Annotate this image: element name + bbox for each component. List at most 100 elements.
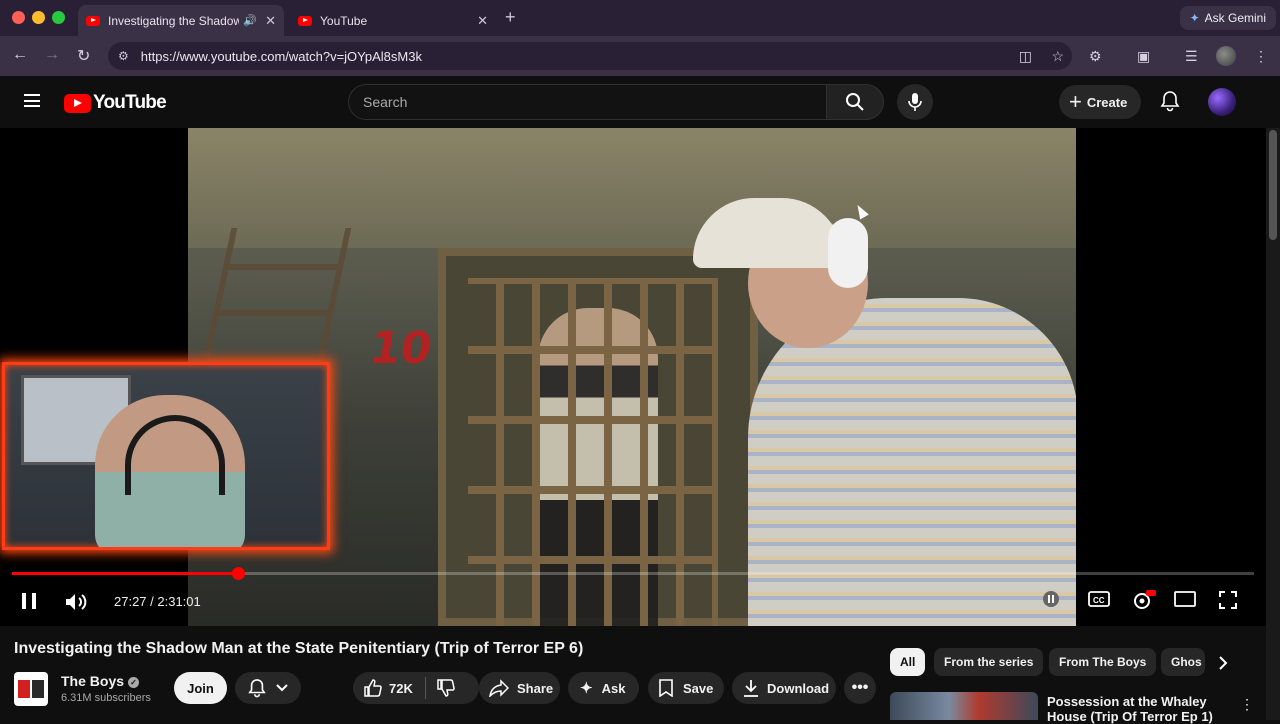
close-window-button[interactable] [12,11,25,24]
save-label: Save [683,680,714,696]
theater-mode-icon[interactable] [1174,590,1196,608]
scene-person-foreground [748,298,1076,626]
save-button[interactable]: Save [648,672,724,704]
dislike-thumbs-down-icon[interactable] [436,678,456,698]
ask-label: Ask [601,680,626,696]
channel-avatar[interactable] [14,672,48,706]
browser-profile-avatar[interactable] [1216,46,1236,66]
create-button[interactable]: + Create [1059,85,1142,119]
pause-icon[interactable] [22,593,36,609]
gemini-sparkle-icon: ✦ [1189,11,1200,25]
progress-scrubber-handle[interactable] [232,567,246,580]
tab-youtube[interactable]: YouTube ✕ [290,5,496,36]
install-app-icon[interactable]: ◫ [1019,48,1032,65]
settings-gear-icon[interactable] [1132,590,1156,610]
progress-played [12,572,239,575]
reload-icon[interactable]: ↻ [77,46,90,66]
like-divider [424,677,426,699]
scrollbar-thumb[interactable] [1269,130,1277,240]
url-text: https://www.youtube.com/watch?v=jOYpAl8s… [140,48,422,64]
ask-button[interactable]: ✦ Ask [568,672,639,704]
like-count[interactable]: 72K [389,681,413,696]
svg-text:CC: CC [1093,596,1105,605]
youtube-favicon-icon [298,15,312,26]
back-arrow-icon[interactable]: ← [12,46,28,64]
chip-all[interactable]: All [890,648,926,676]
join-button[interactable]: Join [174,672,227,704]
channel-name[interactable]: The Boys ✓ [61,673,140,689]
share-button[interactable]: Share [479,672,560,704]
chip-ghost[interactable]: Ghos [1161,648,1205,676]
browser-toolbar: ← → ↻ ⚙ https://www.youtube.com/watch?v=… [0,36,1280,76]
voice-search-button[interactable] [897,84,933,120]
microphone-icon [908,93,922,111]
minimize-window-button[interactable] [32,11,45,24]
scene-headphones [828,218,868,288]
progress-bar[interactable] [12,567,1254,580]
ask-gemini-label: Ask Gemini [1204,11,1266,25]
media-controls-icon[interactable]: ☰ [1185,48,1198,65]
chevron-right-icon[interactable] [1218,655,1228,671]
door-number-text: 10 [366,323,435,374]
video-player[interactable]: 10 27:27 / 2:31:01 CC [0,128,1266,626]
like-dislike-group: 72K [353,672,479,704]
search-icon [846,93,864,111]
volume-icon[interactable] [64,591,88,613]
save-bookmark-icon [659,679,673,697]
create-label: Create [1086,94,1128,110]
video-title: Investigating the Shadow Man at the Stat… [14,640,584,657]
search-input[interactable]: Search [348,84,827,120]
autoplay-toggle-icon[interactable] [1042,590,1060,608]
tab-title: YouTube [320,13,368,28]
youtube-header: YouTube Search + Create [0,76,1280,128]
ask-sparkle-icon: ✦ [580,680,593,697]
download-label: Download [767,680,830,696]
download-button[interactable]: Download [732,672,836,704]
new-tab-button[interactable]: + [505,7,516,28]
download-icon [744,680,758,697]
audio-playing-icon[interactable]: 🔊 [243,14,257,27]
subscriber-count: 6.31M subscribers [61,692,151,704]
youtube-logo[interactable]: YouTube [64,92,167,114]
fullscreen-icon[interactable] [1218,590,1238,610]
plus-icon: + [1069,89,1082,114]
channel-name-text: The Boys [61,673,125,689]
youtube-favicon-icon [86,15,100,26]
chip-from-the-series[interactable]: From the series [934,648,1044,676]
tab-close-icon[interactable]: ✕ [477,13,488,29]
more-actions-button[interactable]: ••• [844,672,876,704]
extensions-icon[interactable]: ⚙ [1089,48,1102,65]
more-horizontal-icon: ••• [851,679,869,696]
page-scrollbar[interactable] [1266,128,1280,720]
account-avatar[interactable] [1208,88,1236,116]
subtitles-cc-icon[interactable]: CC [1088,590,1110,608]
bookmark-star-icon[interactable]: ☆ [1051,48,1064,65]
chip-from-the-boys[interactable]: From The Boys [1049,648,1157,676]
chevron-down-icon [276,684,288,692]
notifications-bell-icon[interactable] [1160,90,1180,112]
tab-active-video[interactable]: Investigating the Shadow 🔊 ✕ [78,5,284,36]
ask-gemini-button[interactable]: ✦ Ask Gemini [1179,6,1276,30]
maximize-window-button[interactable] [52,11,65,24]
tab-title: Investigating the Shadow [108,13,240,28]
youtube-logo-text: YouTube [93,92,167,113]
streamer-webcam-overlay [2,362,330,550]
forward-arrow-icon[interactable]: → [44,46,60,64]
search-button[interactable] [826,84,884,120]
share-label: Share [517,680,554,696]
share-arrow-icon [489,679,509,697]
site-info-icon[interactable]: ⚙ [118,49,129,63]
subscription-notification-button[interactable] [235,672,301,704]
address-bar[interactable]: ⚙ https://www.youtube.com/watch?v=jOYpAl… [108,42,1072,70]
like-thumbs-up-icon[interactable] [363,678,383,698]
menu-hamburger-icon[interactable] [24,94,40,107]
time-display: 27:27 / 2:31:01 [114,594,201,609]
browser-menu-icon[interactable]: ⋮ [1254,48,1268,65]
bell-icon [248,679,266,698]
tab-search-icon[interactable]: ▣ [1137,48,1150,65]
verified-check-icon: ✓ [128,677,140,688]
recommendation-thumbnail[interactable] [890,692,1038,720]
recommendation-more-icon[interactable]: ⋮ [1240,696,1254,713]
browser-tabstrip: Investigating the Shadow 🔊 ✕ YouTube ✕ +… [0,0,1280,36]
tab-close-icon[interactable]: ✕ [265,13,276,29]
